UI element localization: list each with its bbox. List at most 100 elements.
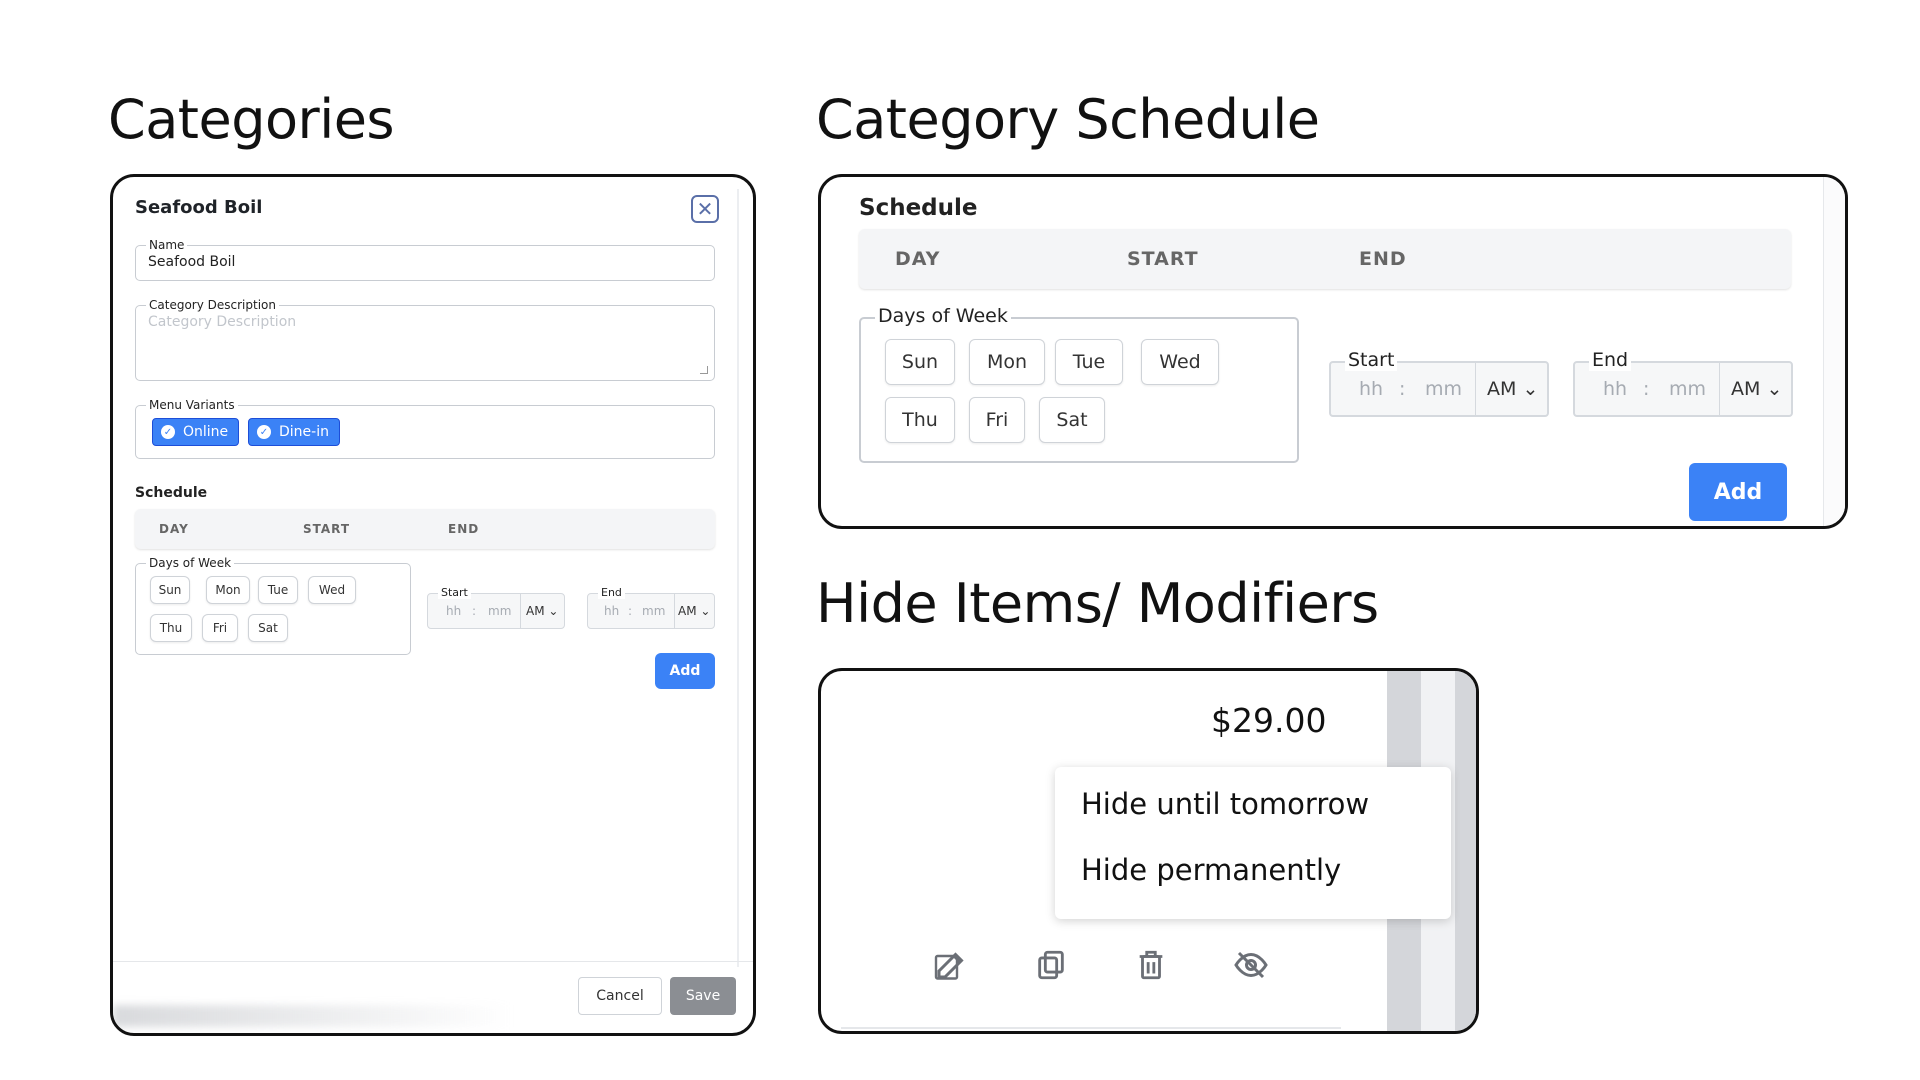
schedule-title: Schedule (135, 485, 208, 501)
row-divider (841, 1027, 1341, 1029)
category-schedule-heading: Category Schedule (816, 88, 1320, 151)
column-start: START (1127, 248, 1199, 270)
column-end: END (1359, 248, 1407, 270)
end-divider (1719, 363, 1720, 415)
end-hours[interactable]: hh (1603, 378, 1627, 400)
categories-heading: Categories (108, 88, 395, 151)
hide-items-heading: Hide Items/ Modifiers (816, 572, 1379, 635)
end-ampm-select[interactable]: AM ⌄ (1731, 378, 1782, 400)
start-hours[interactable]: hh (446, 604, 461, 618)
add-schedule-button[interactable]: Add (655, 653, 715, 689)
eye-off-icon[interactable] (1231, 945, 1271, 985)
start-ampm-select[interactable]: AM ⌄ (526, 604, 558, 618)
cancel-button[interactable]: Cancel (578, 977, 662, 1015)
end-ampm-value: AM (1731, 378, 1761, 400)
footer-divider (113, 961, 753, 962)
start-minutes[interactable]: mm (488, 604, 511, 618)
days-of-week-field: Days of Week Sun Mon Tue Wed Thu Fri Sat (135, 556, 411, 655)
start-divider (520, 594, 521, 628)
start-time-input[interactable]: Start hh : mm AM ⌄ (1329, 349, 1549, 417)
day-tue[interactable]: Tue (1055, 339, 1123, 385)
day-thu[interactable]: Thu (150, 614, 192, 642)
start-colon: : (1399, 378, 1406, 400)
scrollbar-track[interactable] (737, 189, 739, 967)
end-colon: : (1643, 378, 1650, 400)
category-modal: Seafood Boil ✕ Name Seafood Boil Categor… (110, 174, 756, 1036)
column-end: END (448, 522, 480, 536)
start-hours[interactable]: hh (1359, 378, 1383, 400)
end-time-input[interactable]: End hh : mm AM ⌄ (1573, 349, 1793, 417)
check-circle-icon: ✓ (161, 425, 175, 439)
trash-icon[interactable] (1131, 945, 1171, 985)
day-sun[interactable]: Sun (150, 576, 190, 604)
day-sat[interactable]: Sat (1039, 397, 1105, 443)
hide-options-menu: Hide until tomorrow Hide permanently (1055, 767, 1451, 919)
start-ampm-value: AM (1487, 378, 1517, 400)
check-circle-icon: ✓ (257, 425, 271, 439)
description-input[interactable]: Category Description (148, 314, 296, 330)
day-sat[interactable]: Sat (248, 614, 288, 642)
end-colon: : (628, 604, 633, 618)
schedule-table-header: DAY START END (859, 229, 1791, 289)
item-price: $29.00 (1211, 701, 1327, 740)
end-time-input[interactable]: End hh : mm AM ⌄ (587, 586, 715, 629)
end-divider (674, 594, 675, 628)
edit-icon[interactable] (931, 945, 971, 985)
column-day: DAY (895, 248, 941, 270)
resize-handle-icon[interactable] (700, 366, 708, 374)
menu-variants-label: Menu Variants (146, 398, 238, 412)
bottom-shadow (113, 1005, 513, 1027)
canvas: Categories Category Schedule Hide Items/… (0, 0, 1920, 1080)
modal-title: Seafood Boil (135, 197, 263, 218)
scrollbar-track[interactable] (1823, 177, 1845, 526)
name-input[interactable]: Seafood Boil (148, 254, 235, 270)
start-time-input[interactable]: Start hh : mm AM ⌄ (427, 586, 565, 629)
copy-icon[interactable] (1031, 945, 1071, 985)
column-band (1455, 671, 1476, 1031)
column-start: START (303, 522, 351, 536)
day-fri[interactable]: Fri (202, 614, 238, 642)
day-sun[interactable]: Sun (885, 339, 955, 385)
end-label: End (1589, 349, 1632, 371)
end-minutes[interactable]: mm (1669, 378, 1706, 400)
end-hours[interactable]: hh (604, 604, 619, 618)
schedule-table-header: DAY START END (135, 509, 715, 549)
days-of-week-label: Days of Week (146, 556, 235, 570)
name-label: Name (146, 238, 188, 252)
day-wed[interactable]: Wed (308, 576, 356, 604)
chevron-down-icon: ⌄ (548, 604, 559, 618)
description-field[interactable]: Category Description Category Descriptio… (135, 298, 715, 381)
day-wed[interactable]: Wed (1141, 339, 1219, 385)
hide-items-panel: $29.00 Hide until tomorrow Hide permanen… (818, 668, 1479, 1034)
end-label: End (598, 586, 625, 599)
days-of-week-label: Days of Week (875, 305, 1011, 327)
variant-chip-dine-in[interactable]: ✓ Dine-in (248, 418, 340, 446)
chevron-down-icon: ⌄ (1522, 378, 1539, 400)
day-fri[interactable]: Fri (969, 397, 1025, 443)
close-button[interactable]: ✕ (691, 195, 719, 223)
menu-variants-field: Menu Variants ✓ Online ✓ Dine-in (135, 398, 715, 459)
close-icon: ✕ (696, 197, 714, 221)
menu-item-hide-permanently[interactable]: Hide permanently (1081, 853, 1341, 887)
day-tue[interactable]: Tue (258, 576, 298, 604)
description-label: Category Description (146, 298, 279, 312)
end-ampm-select[interactable]: AM ⌄ (678, 604, 710, 618)
start-ampm-value: AM (526, 604, 545, 618)
save-button[interactable]: Save (670, 977, 736, 1015)
days-of-week-field: Days of Week Sun Mon Tue Wed Thu Fri Sat (859, 305, 1299, 463)
end-ampm-value: AM (678, 604, 697, 618)
schedule-zoom-panel: Schedule DAY START END Days of Week Sun … (818, 174, 1848, 529)
start-minutes[interactable]: mm (1425, 378, 1462, 400)
start-colon: : (472, 604, 477, 618)
menu-item-hide-until-tomorrow[interactable]: Hide until tomorrow (1081, 787, 1369, 821)
name-field[interactable]: Name Seafood Boil (135, 238, 715, 281)
end-minutes[interactable]: mm (642, 604, 665, 618)
add-schedule-button[interactable]: Add (1689, 463, 1787, 521)
day-mon[interactable]: Mon (206, 576, 250, 604)
day-thu[interactable]: Thu (885, 397, 955, 443)
variant-chip-online[interactable]: ✓ Online (152, 418, 240, 446)
variant-chip-label: Dine-in (279, 424, 329, 440)
column-day: DAY (159, 522, 189, 536)
day-mon[interactable]: Mon (969, 339, 1045, 385)
start-ampm-select[interactable]: AM ⌄ (1487, 378, 1538, 400)
